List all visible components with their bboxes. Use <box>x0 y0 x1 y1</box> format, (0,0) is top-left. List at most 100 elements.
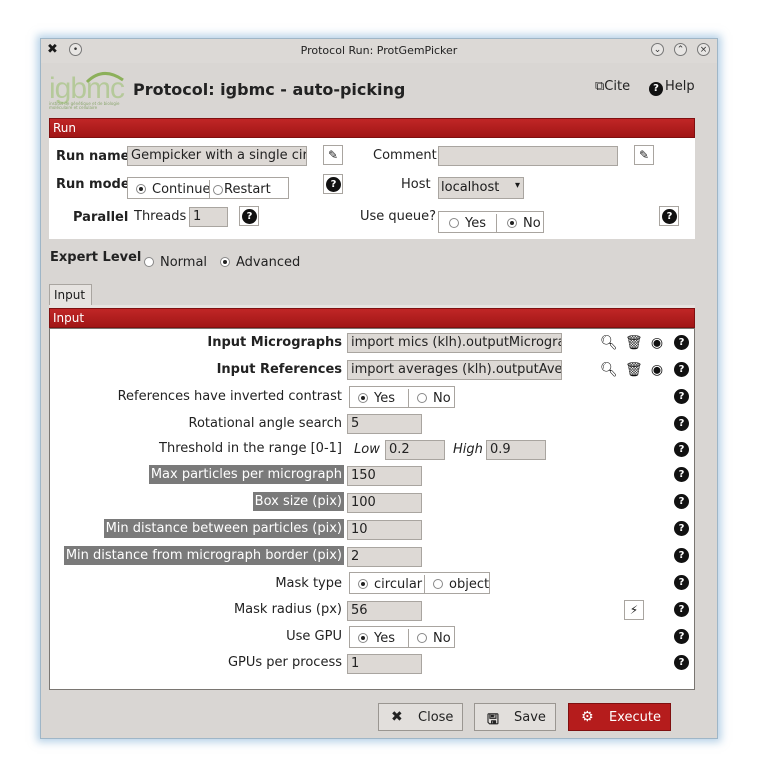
run-name-input[interactable]: Gempicker with a single circul <box>127 146 307 166</box>
max-particles-help-icon[interactable]: ? <box>674 467 689 482</box>
run-mode-continue-label: Continue <box>152 182 211 197</box>
external-link-icon: ⧉ <box>595 79 605 94</box>
pencil-icon: ✎ <box>638 148 650 162</box>
threshold-low-input[interactable]: 0.2 <box>385 440 445 460</box>
use-gpu-row: Use GPU <box>50 627 344 647</box>
use-gpu-help-icon[interactable]: ? <box>674 629 689 644</box>
magic-wand-icon: ⚡ <box>629 603 639 617</box>
mask-type-help-icon[interactable]: ? <box>674 575 689 590</box>
execute-button[interactable]: ⚙ Execute <box>568 703 671 731</box>
threshold-high-input[interactable]: 0.9 <box>486 440 546 460</box>
close-icon: ✖ <box>391 709 403 725</box>
max-particles-label: Max particles per micrograph <box>148 465 344 484</box>
use-queue-no-radio[interactable]: No <box>496 214 541 232</box>
radio-unchecked-icon <box>417 633 427 643</box>
comment-label: Comment <box>373 148 437 163</box>
run-mode-radio-group: Continue Restart <box>127 177 289 199</box>
min-dist-border-help-icon[interactable]: ? <box>674 548 689 563</box>
min-dist-border-input[interactable]: 2 <box>347 547 422 567</box>
run-name-label: Run name <box>56 149 130 164</box>
run-panel: Run name Gempicker with a single circul … <box>49 138 695 239</box>
input-micrographs-help-icon[interactable]: ? <box>674 335 689 350</box>
save-button[interactable]: 🖫 Save <box>474 703 556 731</box>
mask-type-row: Mask type <box>50 574 344 594</box>
minimize-icon[interactable]: ⌄ <box>651 43 664 56</box>
inverted-no-radio[interactable]: No <box>408 389 451 407</box>
cite-link[interactable]: ⧉Cite <box>595 79 630 94</box>
gpus-row: GPUs per process <box>50 653 344 673</box>
rotational-angle-input[interactable]: 5 <box>347 414 422 434</box>
search-icon[interactable]: 🔍︎ <box>600 362 618 378</box>
threshold-low-label: Low <box>354 442 380 457</box>
edit-run-name-button[interactable]: ✎ <box>323 145 343 165</box>
mask-radius-help-icon[interactable]: ? <box>674 602 689 617</box>
threads-input[interactable]: 1 <box>189 207 228 227</box>
radio-unchecked-icon <box>417 393 427 403</box>
search-icon[interactable]: 🔍︎ <box>600 335 618 351</box>
tab-input[interactable]: Input <box>49 284 92 306</box>
trash-icon[interactable]: 🗑︎ <box>625 335 643 351</box>
mask-circular-radio[interactable]: circular <box>358 577 422 592</box>
run-mode-continue-radio[interactable]: Continue <box>136 182 210 197</box>
mask-radius-wizard-button[interactable]: ⚡ <box>624 600 644 620</box>
box-size-input[interactable]: 100 <box>347 493 422 513</box>
expert-normal-radio[interactable]: Normal <box>144 255 207 270</box>
use-gpu-label: Use GPU <box>286 629 342 644</box>
cite-label: Cite <box>604 79 631 94</box>
min-dist-particles-label: Min distance between particles (pix) <box>103 519 344 538</box>
threshold-help-icon[interactable]: ? <box>674 442 689 457</box>
mask-object-radio[interactable]: object <box>424 575 489 593</box>
inverted-yes-radio[interactable]: Yes <box>358 391 395 406</box>
pencil-icon: ✎ <box>327 148 339 162</box>
gpus-help-icon[interactable]: ? <box>674 655 689 670</box>
use-gpu-no-radio[interactable]: No <box>408 629 451 647</box>
comment-input[interactable] <box>438 146 618 166</box>
radio-unchecked-icon <box>433 579 443 589</box>
mask-radius-input[interactable]: 56 <box>347 601 422 621</box>
radio-unchecked-icon <box>144 257 154 267</box>
expert-level-label: Expert Level <box>50 250 142 265</box>
gpus-input[interactable]: 1 <box>347 654 422 674</box>
use-queue-yes-radio[interactable]: Yes <box>449 216 486 231</box>
input-panel: Input Micrographs import mics (klh).outp… <box>49 328 695 690</box>
input-references-help-icon[interactable]: ? <box>674 362 689 377</box>
trash-icon[interactable]: 🗑︎ <box>625 362 643 378</box>
inverted-no-label: No <box>433 391 451 406</box>
edit-comment-button[interactable]: ✎ <box>634 145 654 165</box>
close-button[interactable]: ✖ Close <box>378 703 463 731</box>
radio-checked-icon <box>136 184 146 194</box>
expert-advanced-radio[interactable]: Advanced <box>220 255 300 270</box>
gpus-label: GPUs per process <box>227 655 342 670</box>
threads-label: Threads <box>134 209 187 224</box>
expert-advanced-label: Advanced <box>236 255 301 270</box>
max-particles-input[interactable]: 150 <box>347 466 422 486</box>
help-link[interactable]: ? Help <box>649 79 695 96</box>
eye-icon[interactable]: ◉ <box>649 335 665 351</box>
input-references-field[interactable]: import averages (klh).outputAverage <box>347 360 562 380</box>
gears-icon: ⚙ <box>581 709 594 725</box>
save-icon: 🖫 <box>487 712 499 728</box>
min-dist-particles-help-icon[interactable]: ? <box>674 521 689 536</box>
run-mode-help-button[interactable]: ? <box>323 174 343 194</box>
close-window-icon[interactable]: × <box>697 43 710 56</box>
box-size-help-icon[interactable]: ? <box>674 494 689 509</box>
inverted-help-icon[interactable]: ? <box>674 389 689 404</box>
use-queue-no-label: No <box>523 216 541 231</box>
window-title: Protocol Run: ProtGemPicker <box>300 44 458 57</box>
use-gpu-yes-radio[interactable]: Yes <box>358 631 395 646</box>
threads-help-button[interactable]: ? <box>239 206 259 226</box>
inverted-contrast-label: References have inverted contrast <box>117 389 342 404</box>
min-dist-border-row: Min distance from micrograph border (pix… <box>50 546 344 566</box>
host-select[interactable]: localhost ▾ <box>438 177 524 199</box>
queue-help-button[interactable]: ? <box>659 206 679 226</box>
run-mode-restart-radio[interactable]: Restart <box>209 180 271 198</box>
maximize-icon[interactable]: ⌃ <box>674 43 687 56</box>
eye-icon[interactable]: ◉ <box>649 362 665 378</box>
input-section-header: Input <box>49 308 695 328</box>
rotational-angle-label: Rotational angle search <box>188 416 342 431</box>
input-references-label: Input References <box>216 362 342 377</box>
inverted-contrast-radio-group: Yes No <box>349 386 455 408</box>
min-dist-particles-input[interactable]: 10 <box>347 520 422 540</box>
rotational-help-icon[interactable]: ? <box>674 416 689 431</box>
input-micrographs-field[interactable]: import mics (klh).outputMicrographs. <box>347 333 562 353</box>
